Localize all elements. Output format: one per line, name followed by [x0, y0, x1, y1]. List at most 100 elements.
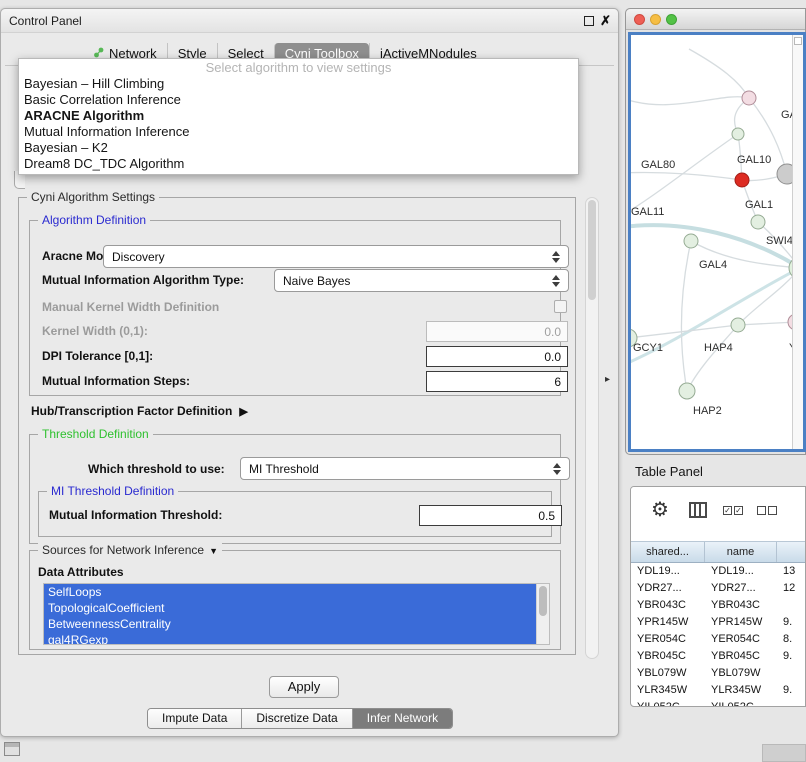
table-cell: YIL052C	[705, 699, 777, 706]
manual-kernel-width-checkbox[interactable]	[554, 300, 567, 313]
table-cell	[777, 597, 805, 614]
checked-box-icon: ✓	[723, 506, 732, 515]
table-row[interactable]: YBL079WYBL079W	[631, 665, 805, 682]
dropdown-option-bayesian-hill-climbing[interactable]: Bayesian – Hill Climbing	[19, 76, 578, 92]
network-canvas[interactable]: GALGAL80GAL10GAL11GAL1SWI4GAL4GCY1HAP4YH…	[631, 35, 794, 451]
aracne-mode-select[interactable]: Discovery	[103, 245, 569, 268]
table-cell: YDL19...	[631, 563, 705, 580]
control-panel-window: Control Panel ✗ NetworkStyleSelectCyni T…	[0, 8, 619, 737]
list-scrollbar-thumb[interactable]	[539, 586, 547, 616]
attribute-item-gal4rgexp[interactable]: gal4RGexp	[44, 632, 536, 645]
table-row[interactable]: YLR345WYLR345W9.	[631, 682, 805, 699]
dropdown-option-basic-correlation-inference[interactable]: Basic Correlation Inference	[19, 92, 578, 108]
table-cell: 13	[777, 563, 805, 580]
checked-box-icon: ✓	[734, 506, 743, 515]
mi-threshold-definition-title: MI Threshold Definition	[47, 484, 178, 499]
attribute-item-selfloops[interactable]: SelfLoops	[44, 584, 536, 600]
mi-threshold-input[interactable]	[419, 505, 562, 526]
table-row[interactable]: YDR27...YDR27...12	[631, 580, 805, 597]
dpi-tolerance-input[interactable]	[426, 346, 568, 367]
mi-steps-input[interactable]	[426, 371, 568, 392]
column-header-1[interactable]: shared...	[631, 542, 705, 562]
data-attributes-list[interactable]: SelfLoopsTopologicalCoefficientBetweenne…	[43, 583, 550, 645]
apply-button[interactable]: Apply	[269, 676, 339, 698]
table-row[interactable]: YBR043CYBR043C	[631, 597, 805, 614]
table-cell: YBR045C	[631, 648, 705, 665]
mi-steps-label: Mutual Information Steps:	[42, 374, 190, 388]
network-edge	[738, 322, 794, 325]
dropdown-placeholder: Select algorithm to view settings	[19, 60, 578, 76]
bottom-tab-discretize-data[interactable]: Discretize Data	[241, 709, 351, 728]
gear-icon[interactable]: ⚙	[651, 497, 669, 522]
column-header-2[interactable]: name	[705, 542, 777, 562]
list-scrollbar[interactable]	[536, 584, 549, 644]
sources-group: Sources for Network Inference▼ Data Attr…	[29, 550, 561, 650]
chevron-right-icon[interactable]: ▶	[239, 406, 247, 418]
which-threshold-label: Which threshold to use:	[88, 462, 225, 476]
columns-icon[interactable]	[689, 502, 707, 518]
node-label-gal4: GAL4	[699, 259, 727, 271]
settings-scrollbar[interactable]	[585, 197, 599, 659]
table-row[interactable]: YDL19...YDL19...13	[631, 563, 805, 580]
corner-resize-area	[762, 744, 806, 762]
hub-transcription-factor-label: Hub/Transcription Factor Definition	[31, 404, 232, 418]
network-node[interactable]	[679, 383, 695, 399]
attribute-item-topologicalcoefficient[interactable]: TopologicalCoefficient	[44, 600, 536, 616]
column-header-3[interactable]	[777, 542, 805, 562]
select-all-icon[interactable]: ✓ ✓	[723, 506, 743, 515]
panel-splitter-chevron-icon[interactable]: ▸	[605, 374, 610, 385]
aracne-mode-value: Discovery	[112, 250, 165, 264]
table-cell: YPR145W	[705, 614, 777, 631]
cyni-settings-scroll-area: Cyni Algorithm Settings Algorithm Defini…	[14, 189, 599, 665]
mi-threshold-definition-group: MI Threshold Definition Mutual Informati…	[38, 491, 552, 537]
attribute-item-betweennesscentrality[interactable]: BetweennessCentrality	[44, 616, 536, 632]
network-edge	[631, 325, 738, 338]
dropdown-option-mutual-information-inference[interactable]: Mutual Information Inference	[19, 124, 578, 140]
network-node[interactable]	[735, 173, 749, 187]
algorithm-definition-group: Algorithm Definition Aracne Mode: Discov…	[29, 220, 561, 396]
hub-transcription-factor-section[interactable]: Hub/Transcription Factor Definition ▶	[31, 404, 248, 418]
table-cell: YER054C	[705, 631, 777, 648]
minimized-panel-icon[interactable]	[4, 742, 20, 756]
settings-scrollbar-thumb[interactable]	[588, 200, 596, 300]
algorithm-definition-title: Algorithm Definition	[38, 213, 150, 228]
bottom-tab-impute-data[interactable]: Impute Data	[148, 709, 241, 728]
which-threshold-value: MI Threshold	[249, 462, 319, 476]
bottom-tab-infer-network[interactable]: Infer Network	[352, 709, 452, 728]
node-label-swi4: SWI4	[766, 235, 793, 247]
network-node[interactable]	[751, 215, 765, 229]
network-node[interactable]	[731, 318, 745, 332]
zoom-traffic-light-icon[interactable]	[666, 14, 677, 25]
network-scrollbar[interactable]	[792, 35, 803, 449]
node-label-hap4: HAP4	[704, 342, 733, 354]
threshold-definition-title: Threshold Definition	[38, 427, 153, 442]
close-icon[interactable]: ✗	[600, 13, 611, 28]
table-header-row: shared...name	[631, 541, 805, 563]
control-panel-titlebar[interactable]: Control Panel ✗	[1, 9, 618, 33]
network-node[interactable]	[732, 128, 744, 140]
float-window-icon[interactable]	[584, 16, 594, 26]
table-row[interactable]: YER054CYER054C8.	[631, 631, 805, 648]
network-node[interactable]	[684, 234, 698, 248]
dropdown-option-dream8-dc-tdc-algorithm[interactable]: Dream8 DC_TDC Algorithm	[19, 156, 578, 172]
dropdown-option-aracne-algorithm[interactable]: ARACNE Algorithm	[19, 108, 578, 124]
table-cell	[777, 665, 805, 682]
which-threshold-select[interactable]: MI Threshold	[240, 457, 570, 480]
deselect-all-icon[interactable]	[757, 506, 777, 515]
table-row[interactable]: YBR045CYBR045C9.	[631, 648, 805, 665]
algorithm-dropdown-list: Select algorithm to view settingsBayesia…	[18, 58, 579, 175]
minimize-traffic-light-icon[interactable]	[650, 14, 661, 25]
network-scrollbar-button[interactable]	[794, 37, 802, 45]
table-row[interactable]: YIL052CYIL052C	[631, 699, 805, 706]
dropdown-option-bayesian-k2[interactable]: Bayesian – K2	[19, 140, 578, 156]
table-row[interactable]: YPR145WYPR145W9.	[631, 614, 805, 631]
network-node[interactable]	[742, 91, 756, 105]
kernel-width-input[interactable]	[426, 321, 568, 342]
table-cell: 9.	[777, 648, 805, 665]
combo-arrows-icon	[552, 275, 561, 287]
table-cell: YBL079W	[631, 665, 705, 682]
network-window-titlebar[interactable]	[626, 9, 805, 30]
mi-algorithm-type-select[interactable]: Naive Bayes	[274, 269, 569, 292]
close-traffic-light-icon[interactable]	[634, 14, 645, 25]
chevron-down-icon[interactable]: ▼	[209, 546, 218, 556]
